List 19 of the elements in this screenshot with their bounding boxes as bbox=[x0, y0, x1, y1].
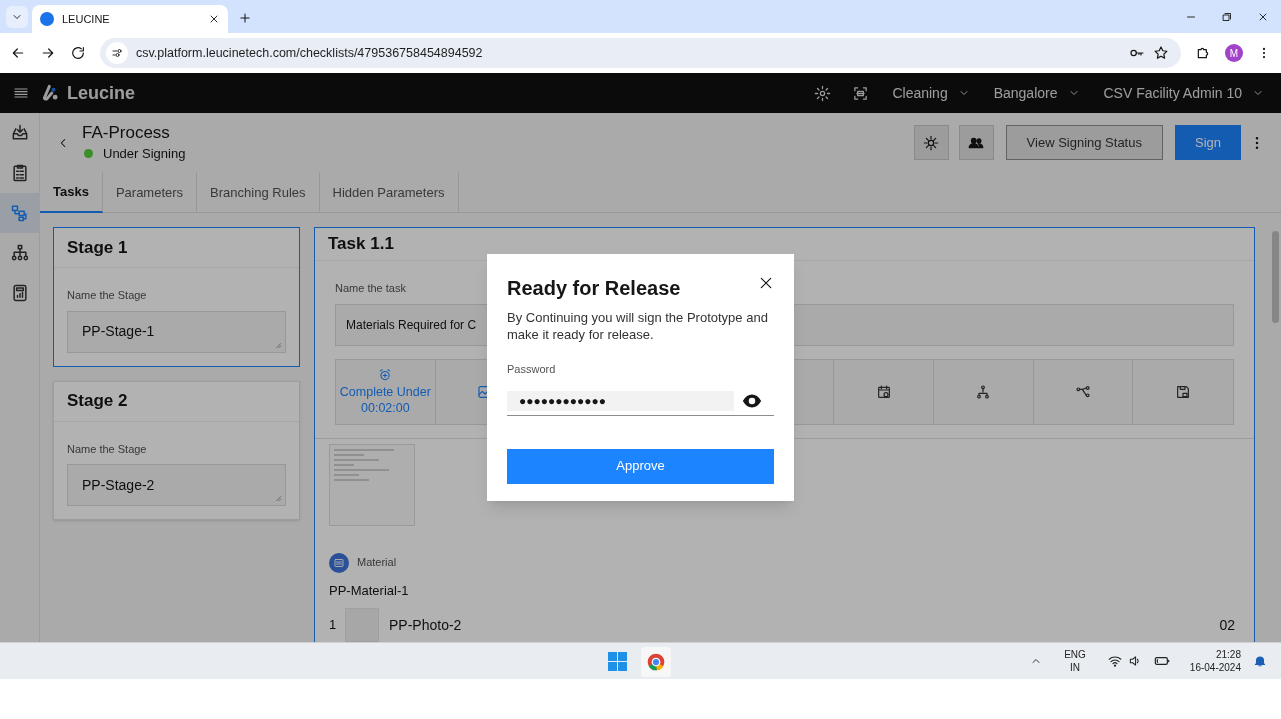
material-name: PP-Material-1 bbox=[329, 581, 410, 600]
row-index: 1 bbox=[329, 616, 338, 635]
material-item-name: PP-Photo-2 bbox=[389, 615, 462, 635]
dialog-message: By Continuing you will sign the Prototype and make it ready for release. bbox=[507, 309, 769, 343]
field-label: Name the task bbox=[335, 281, 406, 296]
url-text: csv.platform.leucinetech.com/checklists/479536758454894592 bbox=[136, 44, 484, 62]
status-label: Under Signing bbox=[103, 144, 186, 163]
task-title: Task 1.1 bbox=[328, 233, 394, 256]
field-label: Password bbox=[507, 362, 557, 377]
page-title: FA-Process bbox=[82, 121, 171, 144]
dialog-title: Ready for Release bbox=[507, 276, 681, 301]
field-label: Name the Stage bbox=[67, 441, 148, 457]
field-label: Name the Stage bbox=[67, 288, 148, 303]
stage-title: Stage 1 bbox=[67, 236, 128, 259]
material-quantity: 02 bbox=[1219, 615, 1235, 635]
tab-title: LEUCINE bbox=[62, 11, 111, 27]
stage-title: Stage 2 bbox=[67, 390, 128, 413]
brand-name: Leucine bbox=[67, 81, 136, 105]
material-label: Material bbox=[357, 555, 397, 571]
